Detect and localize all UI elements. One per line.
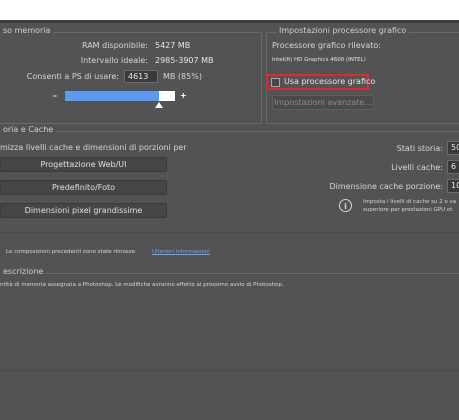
cache-info-line1: Imposta i livelli di cache su 2 o va bbox=[363, 199, 457, 205]
ram-available-value: 5427 MB bbox=[155, 41, 191, 50]
more-info-link[interactable]: Ulteriori informazioni bbox=[152, 249, 210, 255]
footer-divider bbox=[0, 370, 459, 371]
description-divider bbox=[0, 273, 459, 274]
history-group-title: oria e Cache bbox=[0, 125, 57, 134]
ram-available-label: RAM disponibile: bbox=[81, 41, 148, 50]
memory-slider-thumb[interactable] bbox=[155, 102, 163, 108]
history-states-label: Stati storia: bbox=[396, 144, 443, 153]
window-top-bar bbox=[0, 0, 459, 20]
cache-levels-input[interactable]: 6 bbox=[447, 160, 459, 174]
gpu-group-title: Impostazioni processore grafico bbox=[276, 26, 410, 35]
history-group-divider bbox=[0, 131, 459, 132]
description-group-title: escrizione bbox=[0, 267, 47, 276]
advanced-settings-button[interactable]: Impostazioni avanzate... bbox=[272, 95, 374, 110]
huge-pixel-preset-button[interactable]: Dimensioni pixel grandissime bbox=[0, 203, 167, 218]
history-states-input[interactable]: 50 bbox=[447, 141, 459, 155]
description-text: ntità di memoria assegnata a Photoshop. … bbox=[0, 282, 284, 288]
notice-divider bbox=[0, 232, 459, 233]
gpu-detected-value: Intel(R) HD Graphics 4600 (INTEL) bbox=[272, 57, 366, 63]
cache-info-line2: superiore per prestazioni GPU ot bbox=[363, 207, 453, 213]
notice-text: Le composizioni precedenti sono state ri… bbox=[6, 249, 135, 255]
memory-allocation-input[interactable]: 4613 bbox=[124, 70, 158, 83]
info-icon: i bbox=[339, 199, 352, 212]
tile-size-select[interactable]: 10 bbox=[447, 179, 459, 193]
cache-levels-label: Livelli cache: bbox=[391, 163, 443, 172]
allow-ps-label: Consenti a PS di usare: bbox=[26, 72, 119, 81]
gpu-detected-label: Processore grafico rilevato: bbox=[272, 41, 381, 50]
slider-plus[interactable]: + bbox=[180, 91, 187, 100]
ideal-range-label: Intervallo ideale: bbox=[80, 56, 148, 65]
default-photo-preset-button[interactable]: Predefinito/Foto bbox=[0, 180, 167, 195]
memory-slider-track[interactable] bbox=[65, 91, 175, 101]
top-divider bbox=[0, 20, 459, 23]
ideal-range-value: 2985-3907 MB bbox=[155, 56, 214, 65]
optimize-cache-label: mizza livelli cache e dimensioni di porz… bbox=[0, 143, 187, 152]
memory-allocation-unit: MB (85%) bbox=[163, 72, 202, 81]
use-gpu-checkbox[interactable] bbox=[271, 78, 280, 87]
web-ui-preset-button[interactable]: Progettazione Web/UI bbox=[0, 157, 167, 172]
memory-slider-fill bbox=[65, 91, 159, 101]
slider-minus[interactable]: – bbox=[53, 91, 57, 100]
use-gpu-label[interactable]: Usa processore grafico bbox=[284, 77, 375, 86]
tile-size-label: Dimensione cache porzione: bbox=[329, 182, 444, 191]
memory-group-title: so memoria bbox=[0, 26, 54, 35]
